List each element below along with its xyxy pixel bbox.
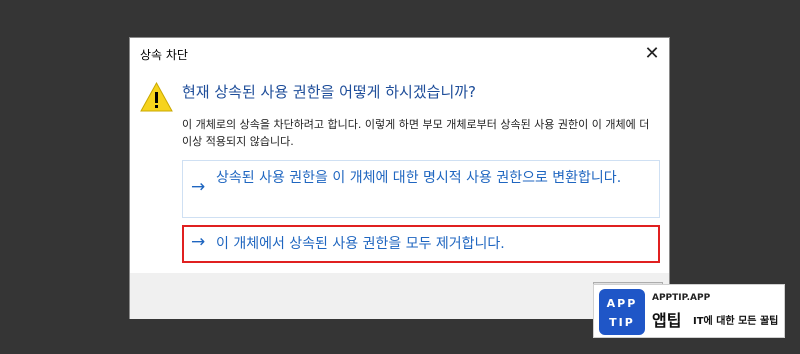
brand-url: APPTIP.APP — [652, 293, 711, 303]
block-inheritance-dialog: 상속 차단 ✕ 현재 상속된 사용 권한을 어떻게 하시겠습니까? 이 개체로의… — [129, 37, 670, 319]
remove-permissions-option[interactable]: → 이 개체에서 상속된 사용 권한을 모두 제거합니다. — [182, 225, 660, 263]
convert-permissions-option[interactable]: → 상속된 사용 권한을 이 개체에 대한 명시적 사용 권한으로 변환합니다. — [182, 160, 660, 218]
warning-icon — [140, 82, 173, 112]
brand-tagline: IT에 대한 모든 꿀팁 — [693, 316, 779, 327]
dialog-footer — [130, 273, 669, 319]
remove-permissions-label: 이 개체에서 상속된 사용 권한을 모두 제거합니다. — [216, 236, 505, 252]
brand-name: 앱팁 — [652, 311, 682, 330]
close-icon[interactable]: ✕ — [639, 41, 665, 67]
arrow-right-icon: → — [191, 177, 206, 197]
apptip-logo: APP TIP — [599, 289, 645, 335]
apptip-watermark: APP TIP APPTIP.APP 앱팁 IT에 대한 모든 꿀팁 — [593, 284, 785, 338]
dialog-question: 현재 상속된 사용 권한을 어떻게 하시겠습니까? — [182, 83, 477, 101]
dialog-description: 이 개체로의 상속을 차단하려고 합니다. 이렇게 하면 부모 개체로부터 상속… — [182, 118, 650, 148]
dialog-title: 상속 차단 — [140, 48, 188, 62]
arrow-right-icon: → — [191, 232, 206, 252]
title-bar: 상속 차단 ✕ — [130, 38, 669, 70]
convert-permissions-label: 상속된 사용 권한을 이 개체에 대한 명시적 사용 권한으로 변환합니다. — [216, 170, 622, 186]
logo-text-top: APP — [606, 297, 638, 310]
logo-text-bottom: TIP — [609, 316, 635, 329]
